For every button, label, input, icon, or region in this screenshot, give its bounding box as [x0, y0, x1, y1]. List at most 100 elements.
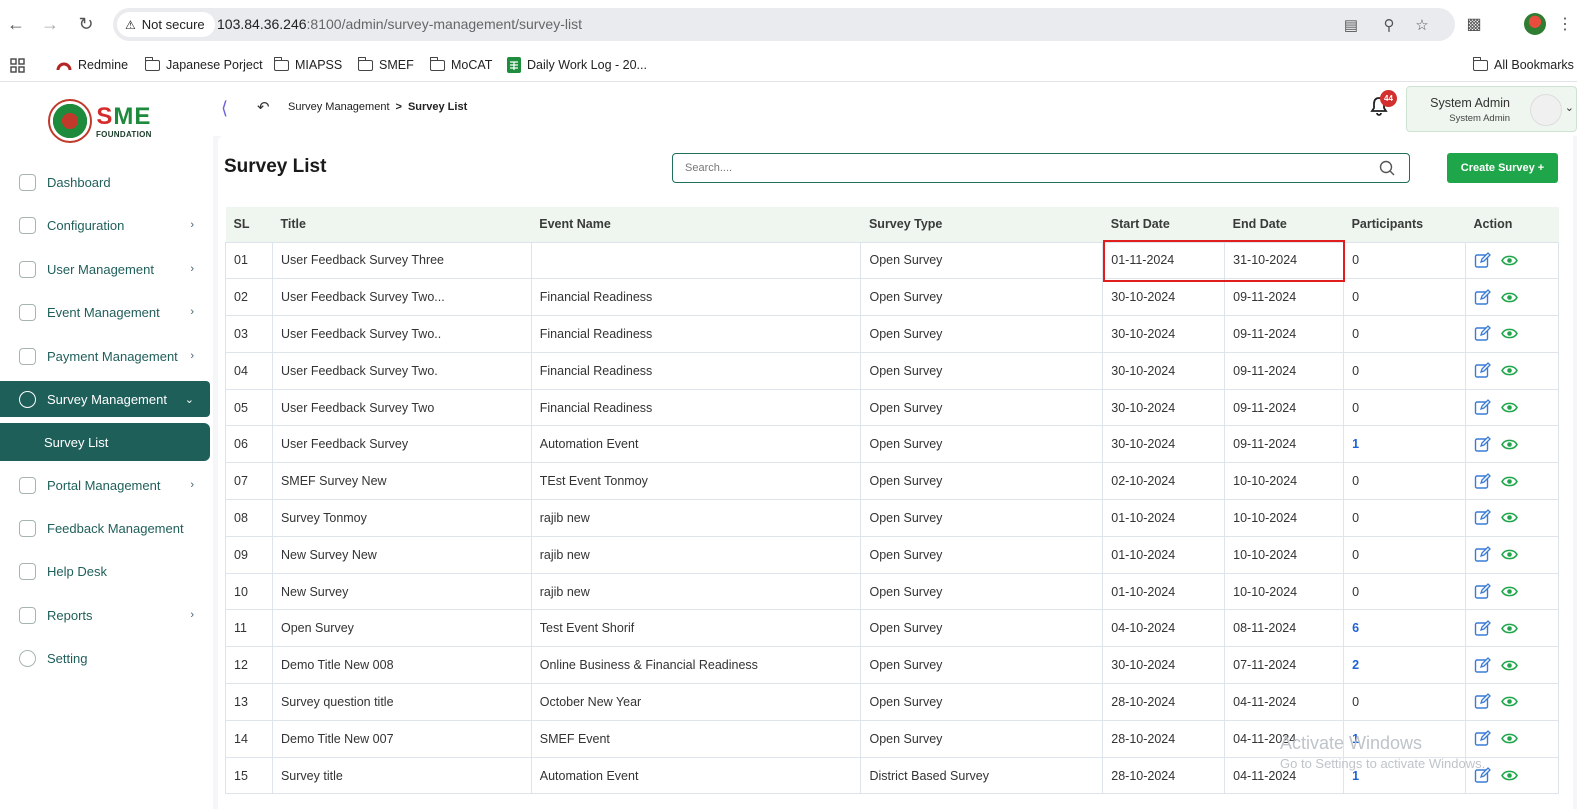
bookmark-japanese-porject[interactable]: Japanese Porject — [144, 54, 263, 76]
breadcrumb-parent[interactable]: Survey Management — [288, 101, 390, 113]
bookmark-miapss[interactable]: MIAPSS — [273, 54, 342, 76]
sidebar-item-event-management[interactable]: Event Management › — [0, 294, 210, 330]
bookmark-daily-work-log[interactable]: Daily Work Log - 20... — [507, 54, 647, 76]
sme-foundation-logo[interactable]: SME FOUNDATION — [48, 96, 152, 146]
edit-icon[interactable] — [1474, 288, 1491, 306]
sidebar-item-reports[interactable]: Reports › — [0, 597, 210, 633]
eye-icon[interactable] — [1501, 399, 1518, 416]
forward-arrow-icon[interactable]: → — [38, 12, 62, 36]
cell-event-name: TEst Event Tonmoy — [530, 462, 862, 501]
profile-avatar[interactable] — [1524, 13, 1546, 35]
cell-event-name: Automation Event — [530, 756, 862, 795]
edit-icon[interactable] — [1474, 546, 1491, 563]
bookmark-label: Redmine — [78, 58, 129, 72]
bookmark-mocat[interactable]: MoCAT — [429, 54, 492, 76]
edit-icon[interactable] — [1474, 693, 1491, 710]
edit-icon[interactable] — [1474, 435, 1491, 453]
bookmark-redmine[interactable]: Redmine — [56, 54, 128, 76]
eye-icon[interactable] — [1501, 620, 1518, 637]
all-bookmarks[interactable]: All Bookmarks — [1472, 54, 1574, 76]
user-role: System Admin — [1449, 113, 1510, 124]
eye-icon[interactable] — [1501, 252, 1518, 269]
sidebar-item-setting[interactable]: Setting — [0, 640, 210, 676]
bookmark-star-icon[interactable]: ☆ — [1412, 15, 1432, 35]
cell-survey-type: Open Survey — [860, 315, 1104, 353]
cell-survey-type: Open Survey — [860, 572, 1104, 611]
sidebar-item-survey-management[interactable]: Survey Management ⌄ — [0, 381, 210, 417]
bookmark-smef[interactable]: SMEF — [357, 54, 414, 76]
eye-icon[interactable] — [1501, 289, 1518, 306]
table-row: 13 Survey question title October New Year O… — [225, 683, 1559, 721]
eye-icon[interactable] — [1501, 693, 1518, 710]
sidebar-item-payment-management[interactable]: Payment Management › — [0, 338, 210, 374]
reload-icon[interactable]: ↻ — [74, 12, 98, 36]
sidebar-item-dashboard[interactable]: Dashboard — [0, 164, 210, 200]
eye-icon[interactable] — [1501, 362, 1518, 379]
more-menu-icon[interactable]: ⋮ — [1553, 12, 1577, 36]
cell-start-date: 30-10-2024 — [1102, 388, 1226, 427]
edit-icon[interactable] — [1474, 362, 1491, 379]
cell-participants[interactable]: 2 — [1343, 646, 1467, 685]
cell-survey-type: Open Survey — [860, 646, 1104, 685]
extensions-icon[interactable]: ▩ — [1462, 12, 1486, 36]
sidebar-item-portal-management[interactable]: Portal Management › — [0, 467, 210, 503]
edit-icon[interactable] — [1474, 656, 1491, 674]
user-menu[interactable]: System Admin System Admin ⌄ — [1406, 86, 1577, 132]
edit-icon[interactable] — [1474, 583, 1491, 600]
eye-icon[interactable] — [1501, 473, 1518, 490]
apps-grid-icon[interactable] — [10, 54, 25, 76]
edit-icon[interactable] — [1474, 251, 1491, 269]
action-group — [1474, 362, 1558, 379]
create-survey-button[interactable]: Create Survey + — [1447, 153, 1558, 183]
cell-action — [1465, 646, 1559, 685]
sidebar-item-survey-list[interactable]: Survey List — [0, 423, 210, 461]
zoom-icon[interactable]: ⚲ — [1379, 15, 1399, 35]
cell-survey-type: District Based Survey — [860, 756, 1104, 795]
search-input[interactable] — [673, 154, 1373, 182]
eye-icon[interactable] — [1501, 325, 1518, 342]
cell-end-date: 09-11-2024 — [1224, 315, 1345, 353]
cell-end-date: 10-10-2024 — [1224, 535, 1345, 574]
cell-participants[interactable]: 6 — [1343, 609, 1467, 648]
back-arrow-icon[interactable]: ← — [4, 12, 28, 36]
redmine-icon — [56, 62, 72, 71]
sidebar-item-feedback-management[interactable]: Feedback Management — [0, 510, 210, 546]
cell-title: User Feedback Survey Two. — [271, 351, 532, 390]
cell-start-date: 30-10-2024 — [1102, 278, 1226, 317]
sidebar-item-help-desk[interactable]: Help Desk — [0, 553, 210, 589]
edit-icon[interactable] — [1474, 399, 1491, 416]
eye-icon[interactable] — [1501, 509, 1518, 526]
edit-icon[interactable] — [1474, 619, 1491, 637]
address-bar[interactable]: ⚠ Not secure 103.84.36.246:8100/admin/su… — [113, 8, 1455, 41]
watermark-title: Activate Windows — [1280, 733, 1423, 753]
sidebar-item-label: Help Desk — [47, 563, 107, 579]
security-chip[interactable]: ⚠ Not secure — [117, 12, 215, 37]
cell-action — [1465, 278, 1559, 317]
eye-icon[interactable] — [1501, 546, 1518, 563]
pie-chart-icon — [19, 390, 36, 408]
cell-action — [1465, 241, 1559, 280]
cell-survey-type: Open Survey — [860, 499, 1104, 537]
eye-icon[interactable] — [1501, 657, 1518, 674]
undo-back-icon[interactable]: ↶ — [257, 98, 270, 116]
edit-icon[interactable] — [1474, 509, 1491, 526]
cell-title: Demo Title New 008 — [271, 646, 532, 685]
sidebar-item-user-management[interactable]: User Management › — [0, 251, 210, 287]
eye-icon[interactable] — [1501, 436, 1518, 453]
collapse-sidebar-icon[interactable]: ⟨ — [221, 98, 228, 119]
sidebar-item-configuration[interactable]: Configuration › — [0, 207, 210, 243]
url-text[interactable]: 103.84.36.246:8100/admin/survey-manageme… — [217, 16, 582, 32]
eye-icon[interactable] — [1501, 767, 1518, 784]
eye-icon[interactable] — [1501, 583, 1518, 600]
edit-icon[interactable] — [1474, 472, 1491, 490]
cell-title: Survey question title — [271, 683, 532, 721]
search-icon[interactable] — [1379, 160, 1395, 176]
cell-participants: 0 — [1343, 683, 1467, 721]
translate-icon[interactable]: ▤ — [1341, 15, 1361, 35]
cell-participants[interactable]: 1 — [1343, 425, 1467, 464]
search-box — [672, 153, 1410, 183]
cell-title: User Feedback Survey Two — [271, 388, 532, 427]
eye-icon[interactable] — [1501, 730, 1518, 747]
bookmark-label: Japanese Porject — [166, 58, 263, 72]
edit-icon[interactable] — [1474, 325, 1491, 342]
